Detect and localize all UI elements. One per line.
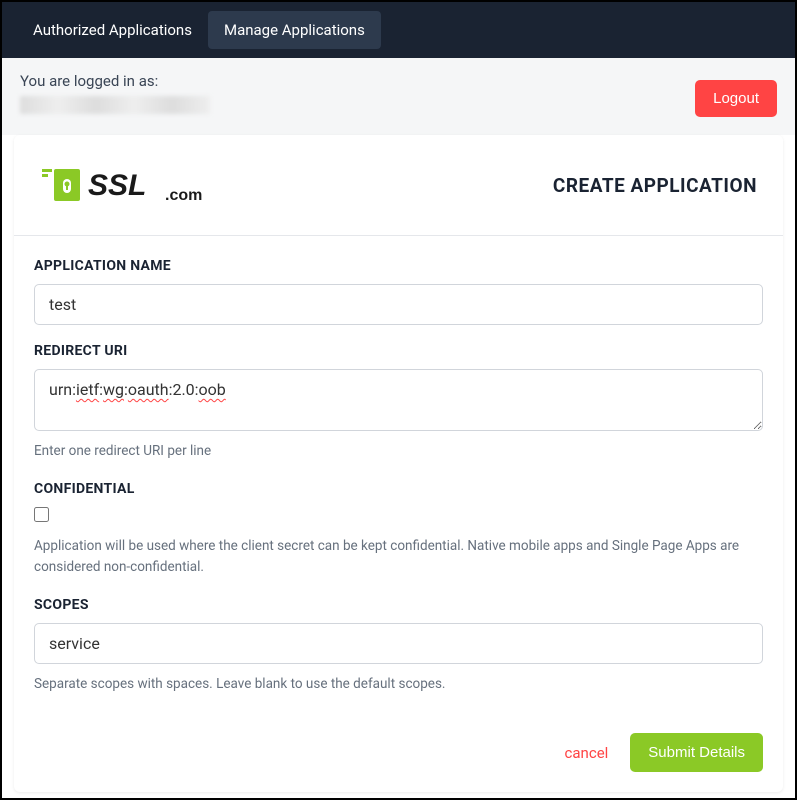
top-nav: Authorized Applications Manage Applicati… (2, 2, 795, 58)
application-name-input[interactable] (34, 284, 763, 325)
field-application-name: APPLICATION NAME (34, 258, 763, 325)
svg-text:.com: .com (165, 187, 202, 204)
user-bar: You are logged in as: Logout (2, 58, 795, 135)
confidential-label: CONFIDENTIAL (34, 481, 763, 497)
card-header: SSL .com CREATE APPLICATION (14, 135, 783, 236)
scopes-help: Separate scopes with spaces. Leave blank… (34, 674, 763, 696)
field-redirect-uri: REDIRECT URI urn:ietf:wg:oauth:2.0:oob E… (34, 343, 763, 463)
cancel-button[interactable]: cancel (565, 744, 609, 762)
user-identity-redacted (20, 96, 210, 114)
logout-button[interactable]: Logout (695, 80, 777, 117)
user-info: You are logged in as: (20, 72, 210, 114)
main-card: SSL .com CREATE APPLICATION APPLICATION … (14, 135, 783, 792)
scopes-input[interactable] (34, 623, 763, 664)
application-name-label: APPLICATION NAME (34, 258, 763, 274)
redirect-uri-help: Enter one redirect URI per line (34, 441, 763, 463)
ssl-logo-icon: SSL .com (40, 163, 210, 207)
page-title: CREATE APPLICATION (553, 174, 757, 197)
confidential-help: Application will be used where the clien… (34, 536, 763, 579)
field-confidential: CONFIDENTIAL Application will be used wh… (34, 481, 763, 579)
logged-in-label: You are logged in as: (20, 72, 210, 90)
ssl-logo: SSL .com (40, 163, 210, 207)
submit-details-button[interactable]: Submit Details (630, 733, 763, 772)
tab-authorized-applications[interactable]: Authorized Applications (17, 11, 208, 49)
scopes-label: SCOPES (34, 597, 763, 613)
field-scopes: SCOPES Separate scopes with spaces. Leav… (34, 597, 763, 696)
form-body: APPLICATION NAME REDIRECT URI urn:ietf:w… (14, 236, 783, 792)
svg-text:SSL: SSL (88, 169, 146, 202)
tab-manage-applications[interactable]: Manage Applications (208, 11, 381, 49)
confidential-checkbox[interactable] (34, 507, 49, 522)
form-footer: cancel Submit Details (34, 713, 763, 772)
redirect-uri-label: REDIRECT URI (34, 343, 763, 359)
redirect-uri-input[interactable]: urn:ietf:wg:oauth:2.0:oob (34, 369, 763, 431)
